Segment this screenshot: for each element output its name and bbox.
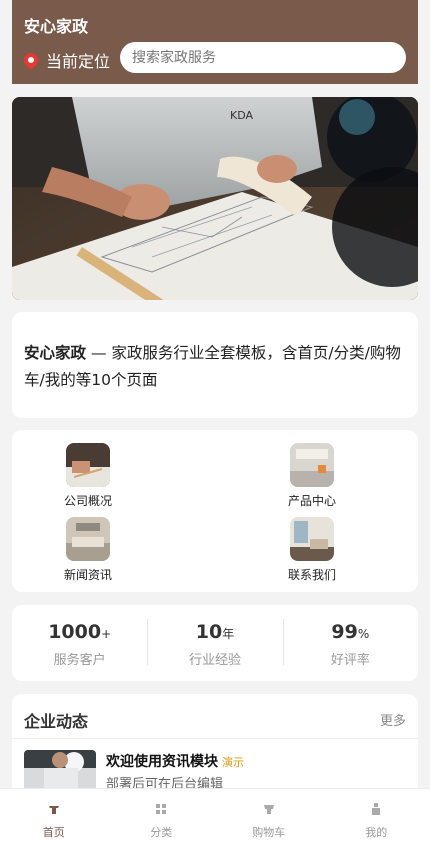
grid-item-contact[interactable]: 联系我们 (272, 517, 352, 583)
news-item-title-text: 欢迎使用资讯模块 (106, 754, 218, 770)
top-header: 安心家政 当前定位 (12, 0, 418, 84)
stat-experience-value: 10 (195, 621, 223, 643)
stat-experience: 10年 行业经验 (147, 605, 282, 681)
tab-mine-label: 我的 (365, 826, 388, 839)
cart-icon (263, 805, 274, 814)
tab-category-label: 分类 (150, 826, 173, 839)
location-button[interactable]: 当前定位 (21, 48, 111, 72)
demo-badge: 演示 (222, 756, 244, 769)
tab-home-label: 首页 (42, 826, 65, 839)
grid-label-company: 公司概况 (63, 494, 112, 508)
grid-item-products[interactable]: 产品中心 (272, 443, 352, 509)
grid-item-company[interactable]: 公司概况 (48, 443, 128, 509)
quick-menu-grid: 公司概况 产品中心 新闻资讯 联系我们 (12, 430, 418, 592)
stat-rating-unit: % (357, 627, 370, 641)
tab-category[interactable]: 分类 (108, 789, 216, 844)
bottom-tab-bar: 首页 分类 购物车 我的 (0, 788, 430, 844)
contact-thumbnail-image (290, 517, 334, 561)
category-icon (156, 804, 167, 814)
svg-text:KDA: KDA (230, 109, 253, 122)
tab-mine[interactable]: 我的 (323, 789, 430, 844)
news-heading: 企业动态 (24, 712, 89, 731)
location-label: 当前定位 (46, 52, 111, 71)
tab-cart-label: 购物车 (252, 826, 286, 839)
stat-customers-unit: + (101, 627, 112, 641)
intro-card: 安心家政 — 家政服务行业全套模板，含首页/分类/购物车/我的等10个页面 (12, 312, 418, 418)
grid-label-products: 产品中心 (287, 494, 336, 508)
grid-item-news[interactable]: 新闻资讯 (48, 517, 128, 583)
location-pin-icon (21, 50, 41, 70)
stat-rating-label: 好评率 (330, 653, 370, 668)
stat-rating-value: 99 (331, 621, 358, 643)
intro-brand: 安心家政 (24, 344, 87, 362)
news-thumbnail-image (66, 517, 110, 561)
hero-banner-image[interactable]: KDA (12, 97, 418, 300)
grid-label-contact: 联系我们 (287, 568, 336, 582)
stat-experience-unit: 年 (222, 627, 235, 641)
grid-label-news: 新闻资讯 (63, 568, 112, 582)
search-input[interactable] (120, 42, 406, 73)
stats-card: 1000+ 服务客户 10年 行业经验 99% 好评率 (12, 605, 418, 681)
app-title: 安心家政 (24, 17, 89, 36)
architect-drawing-illustration: KDA (12, 97, 418, 300)
stat-experience-label: 行业经验 (188, 653, 241, 668)
tab-cart[interactable]: 购物车 (215, 789, 323, 844)
user-icon (372, 803, 381, 815)
news-more-link[interactable]: 更多 (380, 710, 406, 729)
company-thumbnail-image (66, 443, 110, 487)
stat-customers-label: 服务客户 (53, 653, 106, 668)
tab-home[interactable]: 首页 (0, 789, 108, 844)
home-icon (48, 806, 59, 814)
stat-customers-value: 1000 (48, 621, 102, 643)
products-thumbnail-image (290, 443, 334, 487)
stat-customers: 1000+ 服务客户 (12, 605, 147, 681)
news-item-title[interactable]: 欢迎使用资讯模块 演示 (106, 751, 244, 771)
stat-rating: 99% 好评率 (282, 605, 418, 681)
divider (12, 738, 418, 739)
